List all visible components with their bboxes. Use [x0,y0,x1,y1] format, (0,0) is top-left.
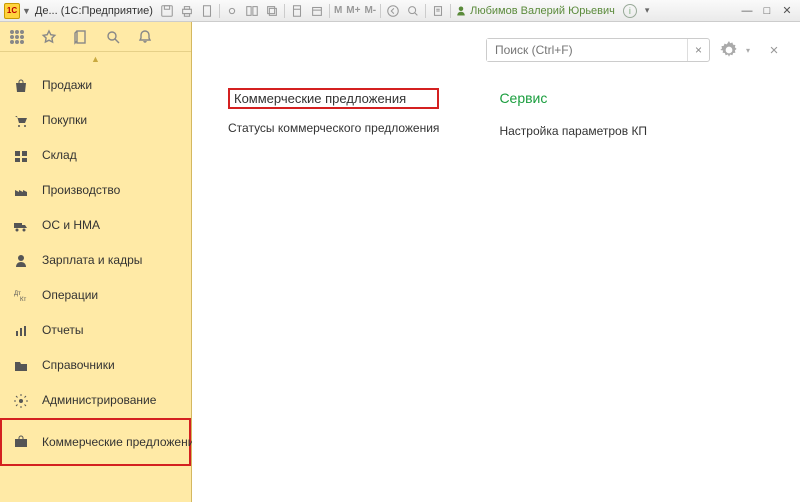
compare-icon[interactable] [244,3,260,19]
content-right-column: Сервис Настройка параметров КП [499,88,647,140]
notifications-icon[interactable] [136,28,154,46]
copy-icon[interactable] [264,3,280,19]
sidebar-item-reports[interactable]: Отчеты [0,313,191,348]
kp-settings-link[interactable]: Настройка параметров КП [499,122,647,140]
offer-statuses-link[interactable]: Статусы коммерческого предложения [228,119,439,137]
sidebar-item-operations[interactable]: ДтКт Операции [0,278,191,313]
maximize-button[interactable]: □ [758,4,776,18]
svg-text:Кт: Кт [20,297,26,303]
calendar-icon[interactable] [309,3,325,19]
search-icon[interactable] [104,28,122,46]
sidebar-item-label: Зарплата и кадры [42,253,142,267]
sidebar-item-warehouse[interactable]: Склад [0,138,191,173]
sidebar-toolbar [0,22,191,52]
briefcase-icon [12,433,30,451]
search-clear-button[interactable]: × [687,39,709,61]
info-icon[interactable]: i [623,4,637,18]
content-columns: Коммерческие предложения Статусы коммерч… [210,88,782,140]
sidebar-collapse-icon[interactable]: ▲ [0,52,191,66]
sections-icon[interactable] [8,28,26,46]
toolbar-separator [380,4,381,18]
minimize-button[interactable]: — [738,4,756,18]
sidebar-item-sales[interactable]: Продажи [0,68,191,103]
user-indicator[interactable]: Любимов Валерий Юрьевич [455,5,615,17]
sidebar-item-commercial-offers[interactable]: Коммерческие предложения [0,418,191,466]
report-icon[interactable] [430,3,446,19]
app-menu-dropdown-icon[interactable]: ▼ [22,6,31,16]
sidebar-item-label: Продажи [42,78,92,92]
history-icon[interactable] [72,28,90,46]
favorites-icon[interactable] [40,28,58,46]
service-heading: Сервис [499,88,647,112]
sidebar-item-assets[interactable]: ОС и НМА [0,208,191,243]
gear-icon [720,41,738,59]
folder-icon [12,357,30,375]
content-area: × ▾ × Коммерческие предложения Статусы к… [192,22,800,502]
sidebar-item-label: Отчеты [42,323,83,337]
link-icon[interactable] [224,3,240,19]
content-left-column: Коммерческие предложения Статусы коммерч… [228,88,439,140]
sidebar-item-purchases[interactable]: Покупки [0,103,191,138]
user-icon [455,5,467,17]
bag-icon [12,77,30,95]
sidebar-item-label: Коммерческие предложения [42,435,201,449]
boxes-icon [12,147,30,165]
app-logo: 1C [4,3,20,19]
sidebar-items: Продажи Покупки Склад Производство ОС и … [0,66,191,502]
memory-mplus-button[interactable]: M+ [346,5,360,16]
panel-close-button[interactable]: × [766,42,782,58]
toolbar-separator [219,4,220,18]
sidebar: ▲ Продажи Покупки Склад Производство ОС … [0,22,192,502]
info-dropdown-icon[interactable]: ▾ [645,5,650,16]
main-area: ▲ Продажи Покупки Склад Производство ОС … [0,22,800,502]
journal-icon: ДтКт [12,287,30,305]
commercial-offers-link[interactable]: Коммерческие предложения [228,88,439,109]
save-icon[interactable] [159,3,175,19]
window-title: Де... (1С:Предприятие) [35,5,153,17]
sidebar-item-label: Справочники [42,358,115,372]
sidebar-item-label: Производство [42,183,120,197]
sidebar-item-label: ОС и НМА [42,218,100,232]
close-button[interactable]: ✕ [778,4,796,18]
titlebar: 1C ▼ Де... (1С:Предприятие) M M+ M- Люби… [0,0,800,22]
settings-dropdown-icon[interactable]: ▾ [746,46,750,55]
print-icon[interactable] [179,3,195,19]
sidebar-item-label: Склад [42,148,77,162]
person-icon [12,252,30,270]
toolbar-separator [329,4,330,18]
factory-icon [12,182,30,200]
sidebar-item-catalogs[interactable]: Справочники [0,348,191,383]
memory-mminus-button[interactable]: M- [364,5,376,16]
search-box: × [486,38,710,62]
toolbar-separator [284,4,285,18]
gear-icon [12,392,30,410]
search-input[interactable] [487,39,687,61]
document-icon[interactable] [199,3,215,19]
calculator-icon[interactable] [289,3,305,19]
toolbar-separator [450,4,451,18]
sidebar-item-label: Операции [42,288,98,302]
sidebar-item-admin[interactable]: Администрирование [0,383,191,418]
cart-icon [12,112,30,130]
truck-icon [12,217,30,235]
sidebar-item-label: Покупки [42,113,87,127]
sidebar-item-payroll[interactable]: Зарплата и кадры [0,243,191,278]
toolbar-separator [425,4,426,18]
sidebar-item-production[interactable]: Производство [0,173,191,208]
toolbar-icons: M M+ M- Любимов Валерий Юрьевич i ▾ [159,3,732,19]
content-toolbar: × ▾ × [210,34,782,66]
window-controls: — □ ✕ [738,4,796,18]
back-icon[interactable] [385,3,401,19]
user-name: Любимов Валерий Юрьевич [470,5,615,17]
settings-button[interactable] [718,39,740,61]
memory-m-button[interactable]: M [334,5,342,16]
zoom-icon[interactable] [405,3,421,19]
chart-icon [12,322,30,340]
sidebar-item-label: Администрирование [42,393,156,407]
